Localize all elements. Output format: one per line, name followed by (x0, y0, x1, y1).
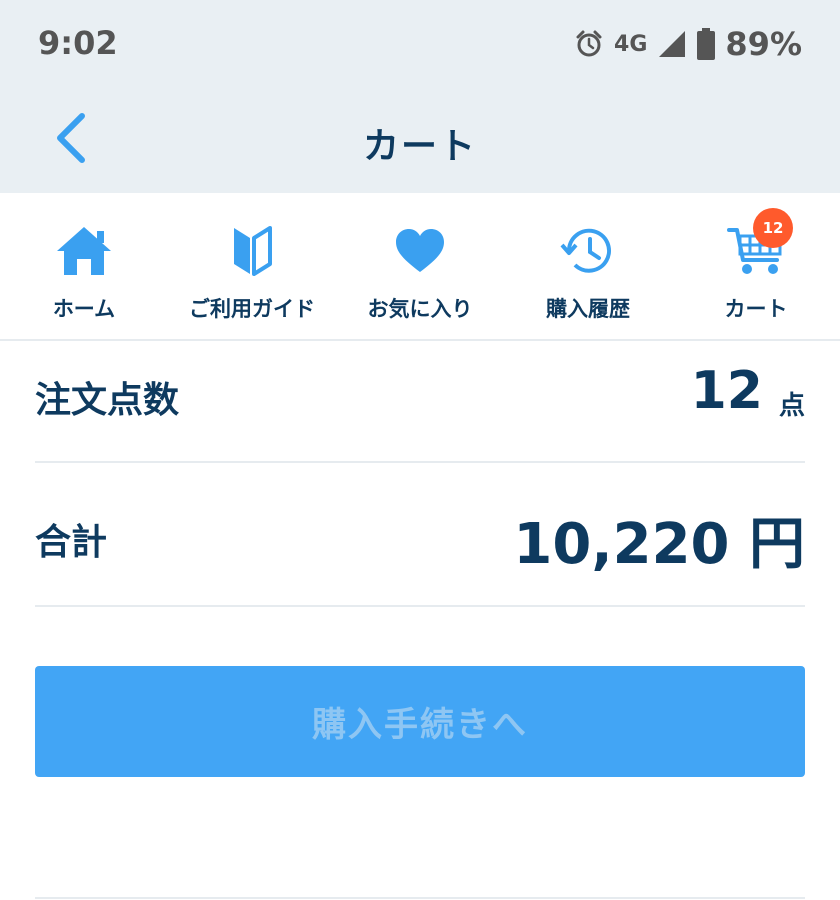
nav-item-cart[interactable]: カート (672, 193, 840, 339)
order-count-unit: 点 (778, 391, 805, 421)
nav-item-home[interactable]: ホーム (0, 193, 168, 339)
header-area: 9:02 4G 89% カート (0, 0, 840, 193)
order-count-label: 注文点数 (35, 380, 180, 421)
nav-label: ご利用ガイド (189, 297, 315, 321)
network-label: 4G (614, 31, 648, 57)
order-count-value: 12 (690, 361, 763, 421)
beginner-mark-icon (222, 223, 282, 279)
divider (35, 897, 805, 899)
nav-bar: ホーム ご利用ガイド お気に入り 購入履歴 カート (0, 193, 840, 341)
total-label: 合計 (35, 522, 108, 563)
heart-icon (390, 223, 450, 279)
alarm-icon (574, 29, 604, 59)
nav-item-history[interactable]: 購入履歴 (504, 193, 672, 339)
signal-icon (657, 29, 687, 59)
battery-percent: 89% (725, 25, 802, 63)
page-title: カート (362, 126, 477, 167)
status-bar: 9:02 4G 89% (0, 0, 840, 90)
history-icon (558, 223, 618, 279)
status-time: 9:02 (38, 24, 118, 62)
nav-label: お気に入り (367, 297, 473, 321)
nav-label: ホーム (52, 297, 116, 321)
home-icon (54, 223, 114, 279)
order-count-row: 注文点数 12 点 (35, 343, 805, 463)
checkout-button[interactable]: 購入手続きへ (35, 666, 805, 777)
total-row: 合計 10,220 円 (35, 465, 805, 607)
checkout-label: 購入手続きへ (312, 705, 528, 745)
cart-badge: 12 (753, 208, 793, 248)
nav-item-favorites[interactable]: お気に入り (336, 193, 504, 339)
app-bar: カート (0, 95, 840, 190)
status-icons: 4G 89% (574, 24, 802, 64)
total-value: 10,220 円 (513, 512, 805, 577)
nav-label: 購入履歴 (546, 297, 630, 321)
nav-item-guide[interactable]: ご利用ガイド (168, 193, 336, 339)
battery-icon (697, 28, 716, 60)
nav-label: カート (724, 297, 788, 321)
